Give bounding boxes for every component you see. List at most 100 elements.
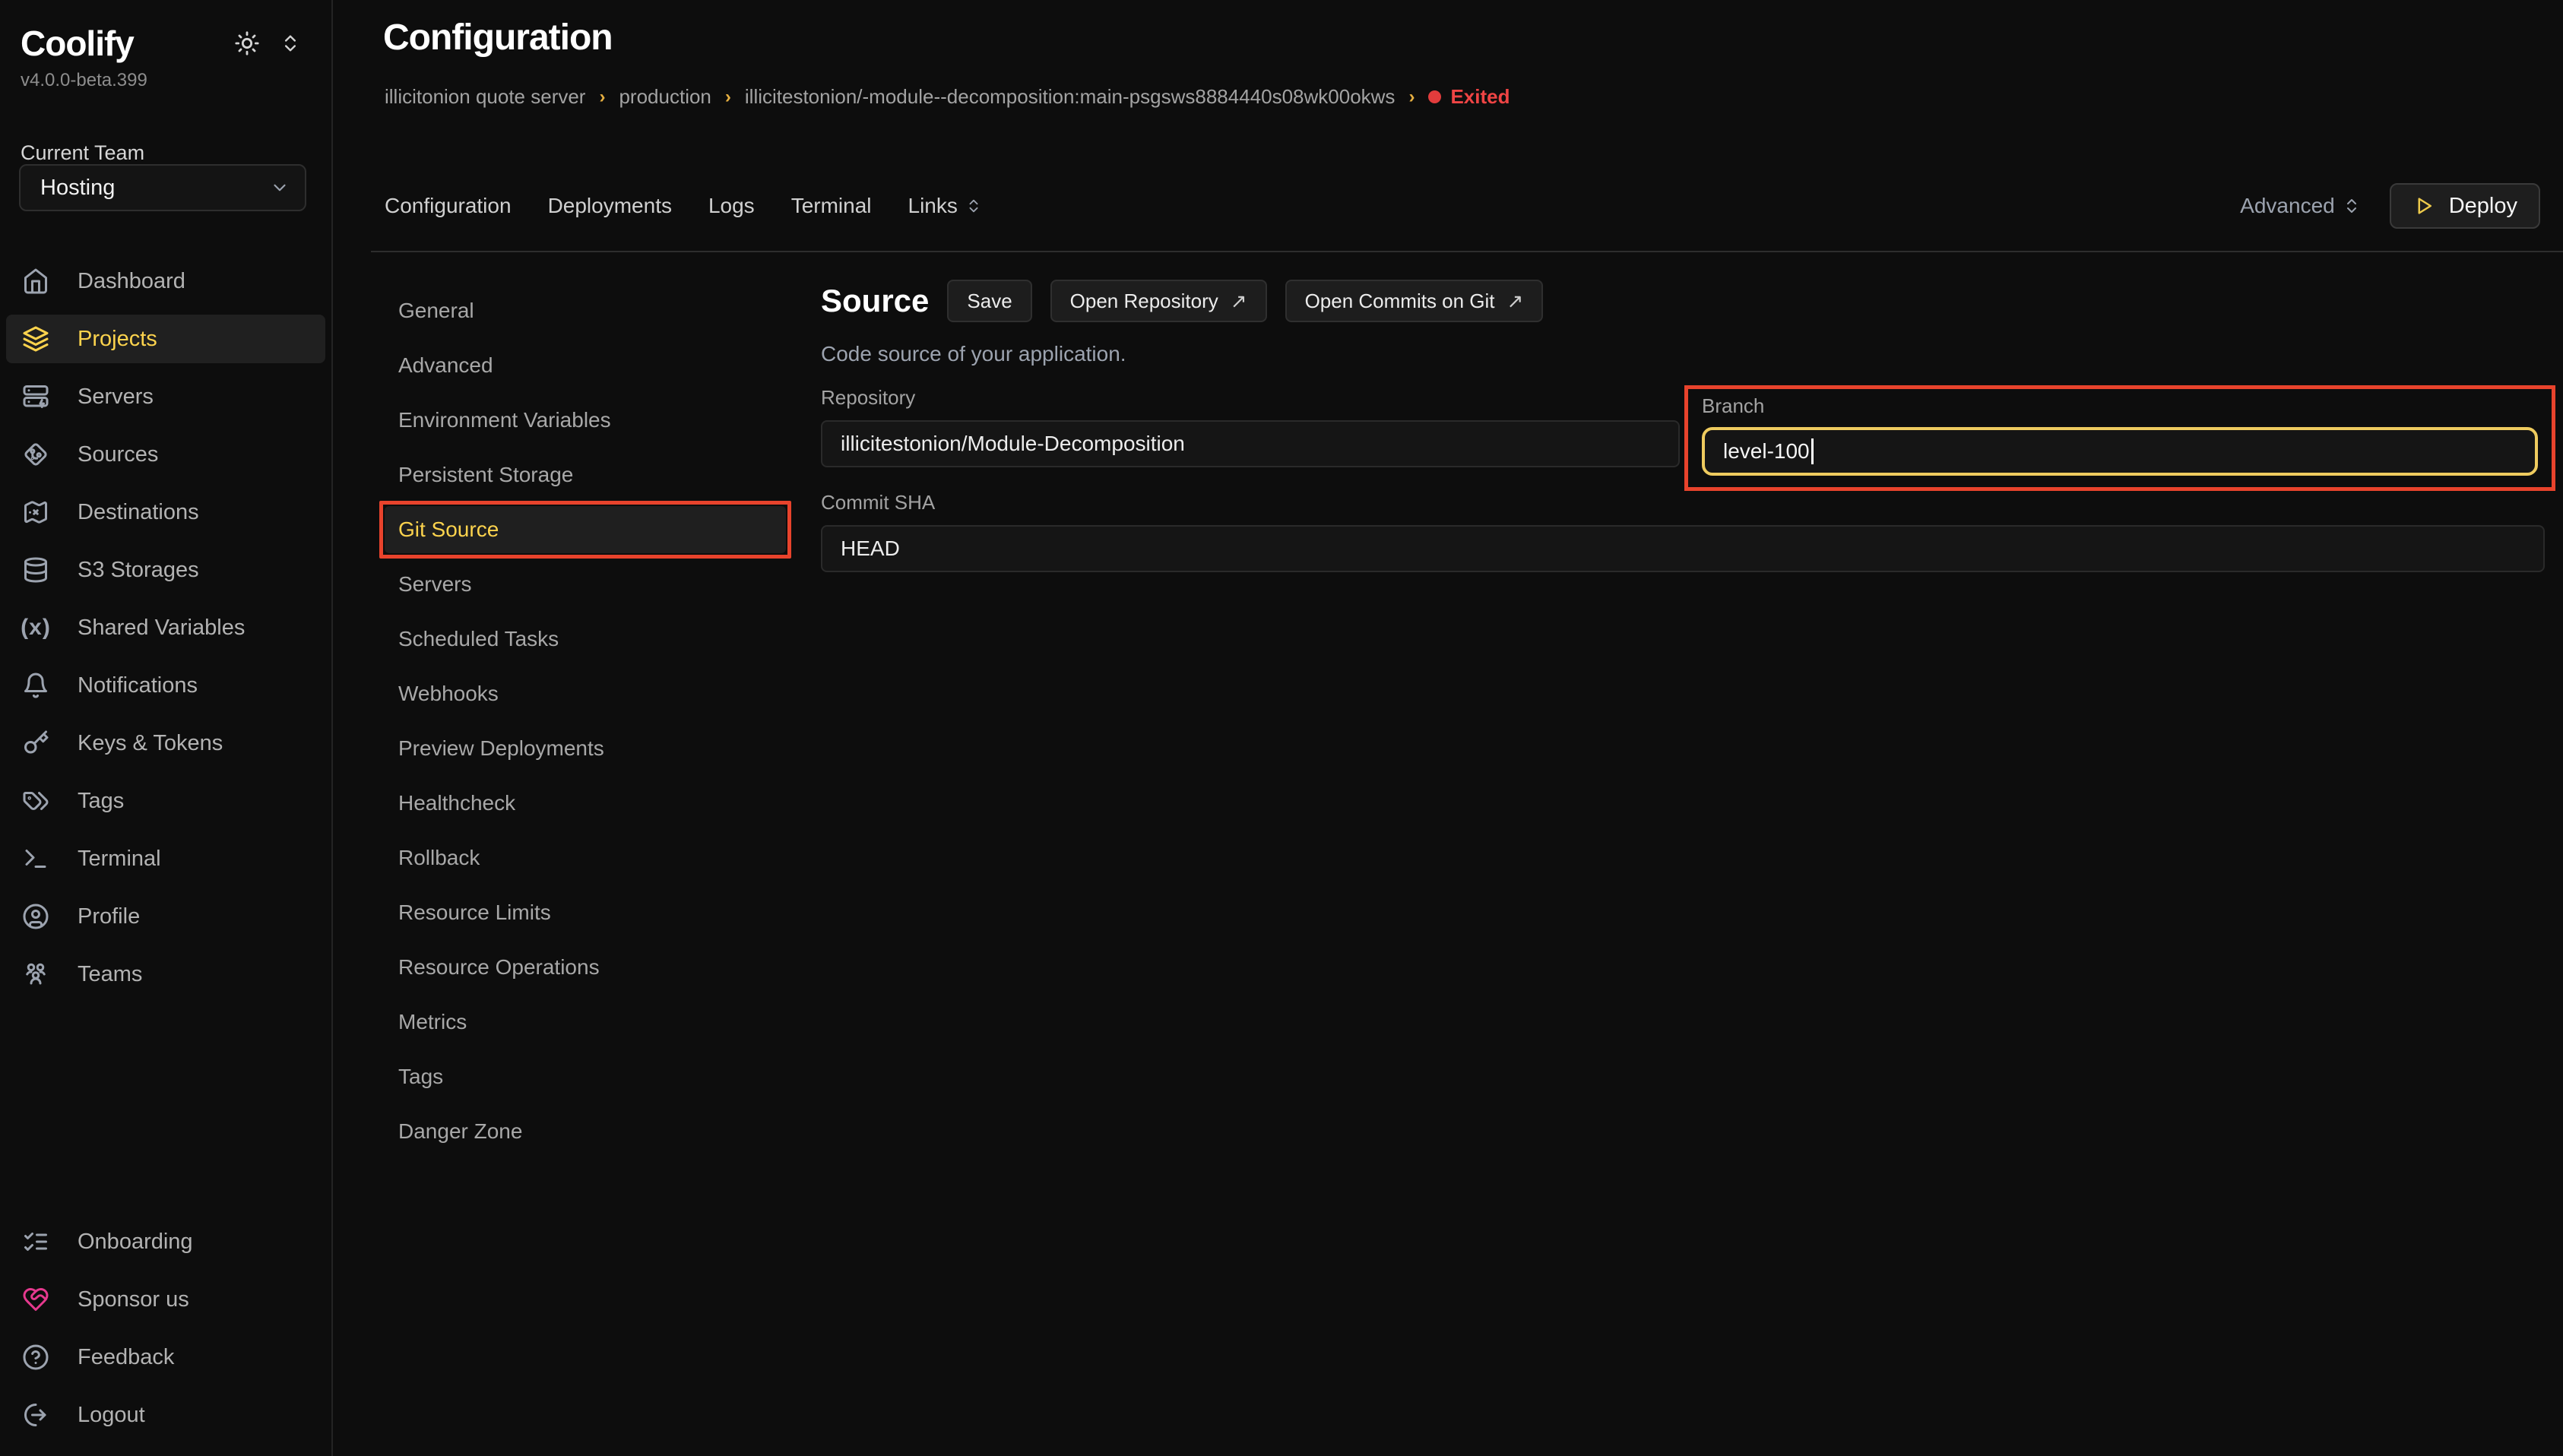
- logout-icon: [22, 1401, 49, 1429]
- commit-sha-field-group: Commit SHA: [821, 491, 2545, 572]
- sidebar-item-label: Destinations: [78, 500, 199, 525]
- sidebar-item-notifications[interactable]: Notifications: [6, 661, 325, 710]
- chevron-right-icon: ›: [725, 87, 731, 108]
- external-link-icon: ↗: [1507, 290, 1524, 313]
- subnav-item-environment-variables[interactable]: Environment Variables: [385, 397, 786, 444]
- tab-terminal[interactable]: Terminal: [791, 194, 872, 218]
- git-source-icon: [22, 441, 49, 468]
- status-badge: Exited: [1428, 85, 1510, 109]
- sidebar-item-label: Sponsor us: [78, 1287, 189, 1312]
- subnav-item-webhooks[interactable]: Webhooks: [385, 670, 786, 717]
- home-icon: [22, 267, 49, 295]
- tab-logs[interactable]: Logs: [708, 194, 755, 218]
- subnav-item-persistent-storage[interactable]: Persistent Storage: [385, 451, 786, 499]
- tags-icon: [22, 787, 49, 815]
- play-icon: [2413, 195, 2435, 217]
- repository-input[interactable]: [821, 420, 1680, 467]
- subnav-item-general[interactable]: General: [385, 287, 786, 334]
- list-checks-icon: [22, 1228, 49, 1255]
- sidebar-item-logout[interactable]: Logout: [6, 1391, 325, 1439]
- subnav-item-healthcheck[interactable]: Healthcheck: [385, 780, 786, 827]
- sidebar-item-label: Shared Variables: [78, 616, 245, 641]
- bell-icon: [22, 672, 49, 699]
- subnav-item-servers[interactable]: Servers: [385, 561, 786, 608]
- breadcrumb-resource[interactable]: illicitestonion/-module--decomposition:m…: [745, 85, 1396, 109]
- advanced-menu[interactable]: Advanced: [2240, 194, 2361, 218]
- tabs-row: Configuration Deployments Logs Terminal …: [385, 181, 2540, 231]
- tab-configuration[interactable]: Configuration: [385, 194, 512, 218]
- source-panel: Source Save Open Repository ↗ Open Commi…: [821, 280, 2543, 366]
- source-section-title: Source: [821, 283, 929, 319]
- open-commits-button[interactable]: Open Commits on Git ↗: [1285, 280, 1544, 322]
- subnav-item-rollback[interactable]: Rollback: [385, 834, 786, 882]
- current-team-label: Current Team: [0, 91, 331, 165]
- tab-deployments[interactable]: Deployments: [548, 194, 672, 218]
- sidebar-item-s3-storages[interactable]: S3 Storages: [6, 546, 325, 594]
- sidebar-item-destinations[interactable]: Destinations: [6, 488, 325, 537]
- sidebar: Coolify v4.0.0-beta.399 Current Team Hos…: [0, 0, 333, 1456]
- user-circle-icon: [22, 903, 49, 930]
- save-button[interactable]: Save: [947, 280, 1031, 322]
- sidebar-item-profile[interactable]: Profile: [6, 892, 325, 941]
- terminal-icon: [22, 845, 49, 872]
- branch-label: Branch: [1702, 394, 2538, 418]
- map-icon: [22, 499, 49, 526]
- sidebar-item-sources[interactable]: Sources: [6, 430, 325, 479]
- sidebar-item-keys-tokens[interactable]: Keys & Tokens: [6, 719, 325, 768]
- open-repository-button[interactable]: Open Repository ↗: [1050, 280, 1267, 322]
- theme-sun-icon[interactable]: [234, 30, 260, 56]
- subnav-item-preview-deployments[interactable]: Preview Deployments: [385, 725, 786, 772]
- sidebar-item-label: Notifications: [78, 673, 198, 698]
- breadcrumb-environment[interactable]: production: [619, 85, 711, 109]
- sidebar-item-terminal[interactable]: Terminal: [6, 834, 325, 883]
- sidebar-item-teams[interactable]: Teams: [6, 950, 325, 999]
- text-cursor: [1811, 438, 1814, 464]
- subnav-item-tags[interactable]: Tags: [385, 1053, 786, 1100]
- sidebar-item-feedback[interactable]: Feedback: [6, 1333, 325, 1382]
- chevrons-up-down-icon: [965, 198, 982, 214]
- chevrons-up-down-icon[interactable]: [280, 33, 301, 54]
- commit-sha-input[interactable]: [821, 525, 2545, 572]
- sidebar-item-label: Feedback: [78, 1345, 174, 1370]
- tab-links[interactable]: Links: [908, 194, 982, 218]
- sidebar-item-label: Servers: [78, 385, 154, 410]
- sidebar-item-servers[interactable]: Servers: [6, 372, 325, 421]
- variable-icon: (x): [21, 615, 51, 641]
- sidebar-item-label: Keys & Tokens: [78, 731, 223, 756]
- status-dot-icon: [1428, 90, 1441, 103]
- sidebar-item-sponsor-us[interactable]: Sponsor us: [6, 1275, 325, 1324]
- team-select[interactable]: Hosting: [19, 164, 306, 211]
- chevron-right-icon: ›: [599, 87, 605, 108]
- sidebar-item-label: Logout: [78, 1403, 145, 1428]
- app-version: v4.0.0-beta.399: [0, 64, 331, 91]
- sidebar-item-label: Projects: [78, 327, 157, 352]
- sidebar-item-label: Tags: [78, 789, 124, 814]
- team-select-value: Hosting: [40, 176, 115, 201]
- sidebar-nav: Dashboard Projects Servers Sources Desti…: [0, 257, 331, 999]
- server-icon: [22, 383, 49, 410]
- layers-icon: [22, 325, 49, 353]
- sidebar-item-dashboard[interactable]: Dashboard: [6, 257, 325, 305]
- chevrons-up-down-icon: [2343, 197, 2361, 215]
- subnav-item-danger-zone[interactable]: Danger Zone: [385, 1108, 786, 1155]
- sidebar-item-tags[interactable]: Tags: [6, 777, 325, 825]
- subnav-item-git-source[interactable]: Git Source: [385, 506, 786, 553]
- subnav-item-advanced[interactable]: Advanced: [385, 342, 786, 389]
- chevron-down-icon: [270, 178, 290, 198]
- branch-input[interactable]: level-100: [1702, 427, 2538, 476]
- deploy-button[interactable]: Deploy: [2390, 183, 2540, 229]
- sidebar-item-shared-variables[interactable]: (x) Shared Variables: [6, 603, 325, 652]
- subnav-item-resource-limits[interactable]: Resource Limits: [385, 889, 786, 936]
- sidebar-item-projects[interactable]: Projects: [6, 315, 325, 363]
- breadcrumb-project[interactable]: illicitonion quote server: [385, 85, 585, 109]
- users-icon: [22, 961, 49, 988]
- sidebar-item-onboarding[interactable]: Onboarding: [6, 1217, 325, 1266]
- external-link-icon: ↗: [1231, 290, 1247, 313]
- subnav-item-metrics[interactable]: Metrics: [385, 999, 786, 1046]
- database-icon: [22, 556, 49, 584]
- header-divider: [371, 251, 2563, 252]
- subnav-item-scheduled-tasks[interactable]: Scheduled Tasks: [385, 616, 786, 663]
- sidebar-item-label: Dashboard: [78, 269, 185, 294]
- help-circle-icon: [22, 1344, 49, 1371]
- subnav-item-resource-operations[interactable]: Resource Operations: [385, 944, 786, 991]
